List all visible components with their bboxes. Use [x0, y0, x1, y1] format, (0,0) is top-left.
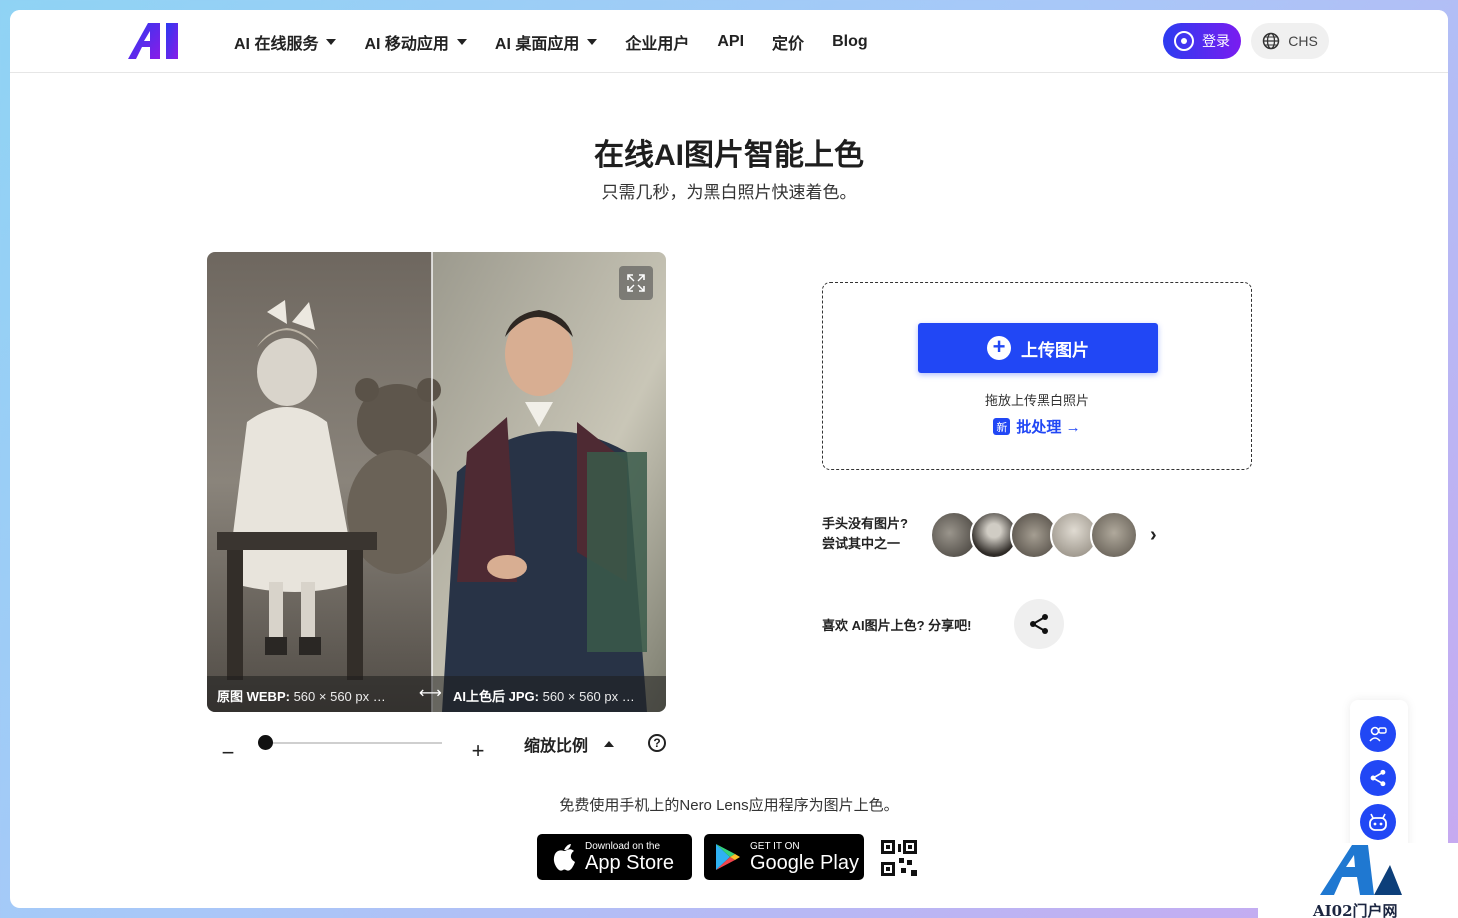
float-share-button[interactable]: [1360, 760, 1396, 796]
upload-dropzone[interactable]: + 上传图片 拖放上传黑白照片 新 批处理 →: [822, 282, 1252, 470]
zoom-slider-track[interactable]: [264, 742, 442, 744]
batch-label: 批处理 →: [1016, 419, 1081, 436]
google-play-icon: [716, 844, 740, 870]
expand-icon: [627, 274, 645, 292]
plus-icon: +: [987, 336, 1011, 360]
watermark: AI02门户网: [1258, 843, 1458, 918]
zoom-out-button[interactable]: −: [218, 740, 238, 766]
chevron-down-icon: [587, 38, 598, 45]
language-label: CHS: [1288, 33, 1318, 49]
user-icon: [1174, 31, 1194, 51]
app-store-small-text: Download on the: [585, 840, 661, 852]
before-after-compare[interactable]: 原图 WEBP: 560 × 560 px … ⟷ AI上色后 JPG: 560…: [207, 252, 666, 712]
zoom-ratio-label: 缩放比例: [524, 738, 589, 755]
zoom-in-button[interactable]: +: [468, 738, 488, 764]
login-button[interactable]: 登录: [1163, 23, 1241, 59]
menu-enterprise[interactable]: 企业用户: [625, 30, 689, 54]
original-ellipsis: …: [372, 689, 386, 704]
share-icon: [1030, 614, 1048, 634]
page-title: 在线AI图片智能上色: [594, 139, 864, 172]
google-play-button[interactable]: GET IT ON Google Play: [704, 834, 864, 880]
chevron-up-icon: [604, 741, 615, 747]
share-icon: [1370, 769, 1386, 787]
new-badge: 新: [993, 418, 1011, 435]
floating-toolbar: [1350, 700, 1408, 860]
top-nav: AI 在线服务 AI 移动应用 AI 桌面应用 企业用户 API 定价 Blog: [10, 10, 1448, 73]
menu-ai-mobile-label: AI 移动应用: [364, 35, 449, 53]
image-caption-bar: 原图 WEBP: 560 × 560 px … ⟷ AI上色后 JPG: 560…: [207, 676, 666, 712]
app-promo-text: 免费使用手机上的Nero Lens应用程序为图片上色。: [559, 797, 899, 814]
app-store-button[interactable]: Download on the App Store: [537, 834, 692, 880]
sample-prompt-line1: 手头没有图片?: [822, 516, 908, 531]
menu-blog[interactable]: Blog: [832, 33, 868, 51]
result-caption: AI上色后 JPG: 560 × 560 px …: [453, 686, 635, 705]
globe-icon: [1262, 32, 1280, 50]
browser-window: AI 在线服务 AI 移动应用 AI 桌面应用 企业用户 API 定价 Blog: [10, 10, 1448, 908]
sample-prompt: 手头没有图片? 尝试其中之一: [822, 514, 908, 554]
watermark-logo: [1320, 845, 1402, 895]
sample-thumbnail[interactable]: [1090, 511, 1138, 559]
original-size: 560 × 560 px: [293, 689, 370, 704]
menu-ai-online-label: AI 在线服务: [234, 35, 319, 53]
login-label: 登录: [1202, 33, 1230, 49]
page-subtitle: 只需几秒，为黑白照片快速着色。: [601, 183, 857, 202]
menu-api-label: API: [717, 32, 745, 50]
batch-process-link[interactable]: 新 批处理 →: [823, 416, 1251, 437]
apple-icon: [553, 844, 575, 871]
compare-image: [207, 252, 666, 712]
chevron-right-icon[interactable]: ›: [1150, 524, 1157, 547]
ai-logo[interactable]: [128, 23, 182, 59]
google-play-small-text: GET IT ON: [750, 840, 800, 852]
share-button[interactable]: [1014, 599, 1064, 649]
menu-enterprise-label: 企业用户: [625, 35, 690, 53]
original-format: 原图 WEBP:: [217, 689, 290, 704]
upload-image-button[interactable]: + 上传图片: [918, 323, 1158, 373]
sample-thumbnails: [930, 511, 1138, 559]
menu-ai-online[interactable]: AI 在线服务: [234, 30, 337, 54]
compare-drag-handle[interactable]: ⟷: [419, 683, 442, 703]
menu-pricing[interactable]: 定价: [772, 30, 804, 54]
help-icon[interactable]: ?: [648, 734, 666, 752]
menu-api[interactable]: API: [717, 33, 744, 51]
result-format: AI上色后 JPG:: [453, 689, 539, 704]
share-prompt: 喜欢 AI图片上色? 分享吧!: [822, 618, 972, 633]
drop-hint: 拖放上传黑白照片: [984, 393, 1089, 408]
assistant-button[interactable]: [1360, 804, 1396, 840]
qr-code-icon[interactable]: [881, 840, 917, 876]
menu-ai-desktop[interactable]: AI 桌面应用: [494, 30, 598, 54]
google-play-big-text: Google Play: [750, 851, 859, 874]
sample-prompt-line2: 尝试其中之一: [822, 536, 901, 551]
result-ellipsis: …: [621, 689, 635, 704]
result-size: 560 × 560 px: [542, 689, 619, 704]
chat-icon: [1369, 726, 1387, 742]
robot-icon: [1369, 813, 1387, 831]
fullscreen-button[interactable]: [619, 266, 653, 300]
app-store-big-text: App Store: [585, 851, 674, 874]
watermark-text: AI02门户网: [1313, 902, 1398, 918]
chevron-down-icon: [326, 38, 337, 45]
zoom-slider-thumb[interactable]: [258, 735, 273, 750]
menu-ai-desktop-label: AI 桌面应用: [494, 35, 580, 53]
chevron-down-icon: [456, 38, 467, 45]
zoom-ratio-dropdown[interactable]: 缩放比例: [524, 732, 615, 756]
menu-blog-label: Blog: [832, 32, 868, 50]
menu-pricing-label: 定价: [772, 35, 805, 53]
main-menu: AI 在线服务 AI 移动应用 AI 桌面应用 企业用户 API 定价 Blog: [234, 10, 896, 73]
original-caption: 原图 WEBP: 560 × 560 px …: [217, 686, 386, 705]
upload-button-label: 上传图片: [1021, 340, 1089, 360]
language-button[interactable]: CHS: [1251, 23, 1329, 59]
menu-ai-mobile[interactable]: AI 移动应用: [364, 30, 467, 54]
feedback-button[interactable]: [1360, 716, 1396, 752]
